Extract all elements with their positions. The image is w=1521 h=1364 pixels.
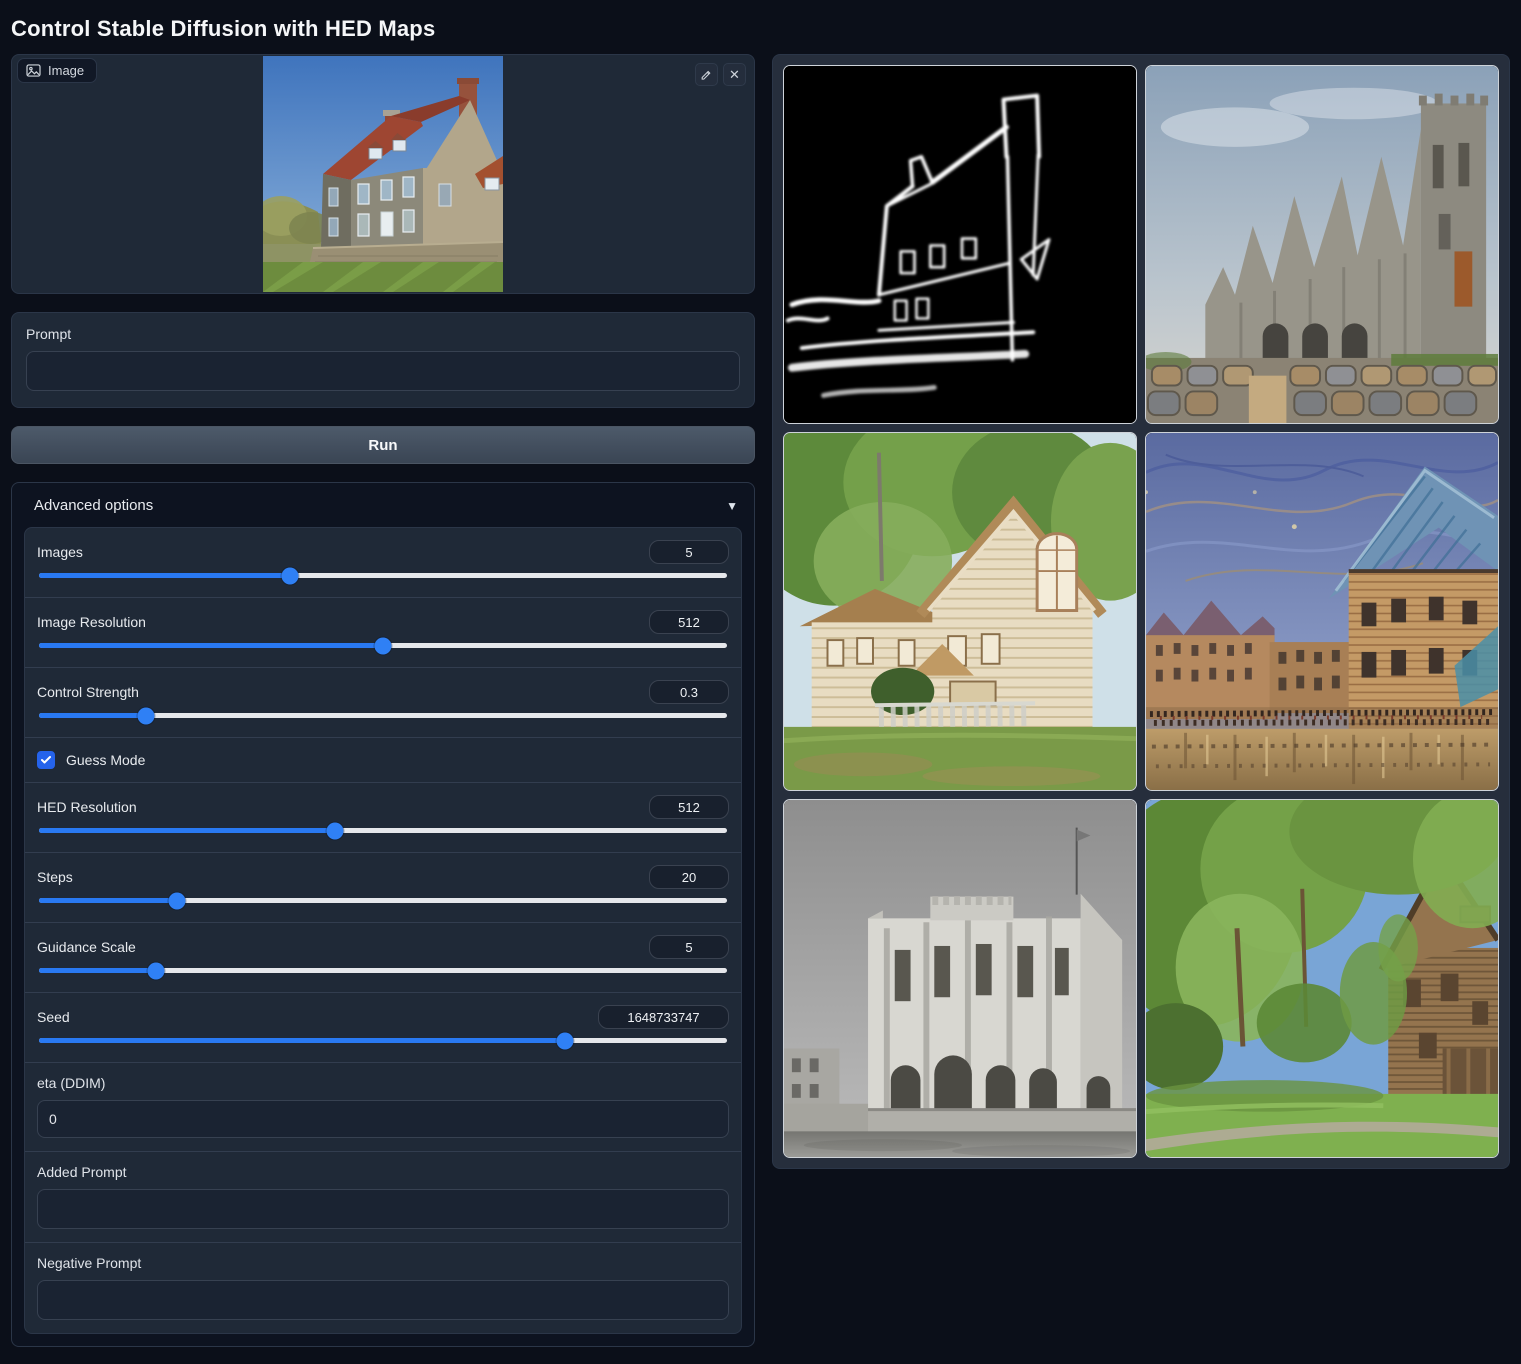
steps-value-input[interactable] — [649, 865, 729, 889]
prompt-label: Prompt — [26, 326, 740, 342]
wooden-house-graphic — [784, 433, 1136, 790]
steps-slider-handle[interactable] — [168, 892, 185, 909]
input-image-preview[interactable] — [263, 56, 503, 292]
images-slider-handle[interactable] — [282, 567, 299, 584]
controls-column: Image ✕ — [11, 54, 755, 1347]
guidance-scale-slider-handle[interactable] — [147, 962, 164, 979]
image-resolution-slider-row: Image Resolution — [25, 598, 741, 668]
guidance-scale-slider-label: Guidance Scale — [37, 939, 136, 955]
seed-slider-row: Seed — [25, 993, 741, 1063]
images-slider-label: Images — [37, 544, 83, 560]
images-value-input[interactable] — [649, 540, 729, 564]
images-slider[interactable] — [39, 573, 727, 578]
app-header: Control Stable Diffusion with HED Maps — [0, 0, 1521, 54]
image-component-label-text: Image — [48, 63, 84, 78]
guidance-scale-slider[interactable] — [39, 968, 727, 973]
control-strength-slider-row: Control Strength — [25, 668, 741, 738]
eta-field-row: eta (DDIM) — [25, 1063, 741, 1152]
image-resolution-slider-label: Image Resolution — [37, 614, 146, 630]
seed-slider[interactable] — [39, 1038, 727, 1043]
image-component-label: Image — [17, 58, 97, 83]
edit-image-button[interactable] — [695, 63, 718, 86]
hed-resolution-slider[interactable] — [39, 828, 727, 833]
advanced-options-title: Advanced options — [34, 497, 153, 514]
guidance-scale-value-input[interactable] — [649, 935, 729, 959]
image-resolution-slider[interactable] — [39, 643, 727, 648]
negative-prompt-field-row: Negative Prompt — [25, 1243, 741, 1333]
guess-mode-checkbox[interactable] — [37, 751, 55, 769]
added-prompt-input[interactable] — [37, 1189, 729, 1229]
guess-mode-label: Guess Mode — [66, 752, 145, 768]
eta-input[interactable] — [37, 1100, 729, 1138]
advanced-options-header[interactable]: Advanced options ▼ — [24, 495, 742, 527]
control-strength-slider[interactable] — [39, 713, 727, 718]
control-strength-slider-label: Control Strength — [37, 684, 139, 700]
run-button[interactable]: Run — [11, 426, 755, 464]
advanced-options-group: Images Image Resolution — [24, 527, 742, 1334]
input-photo-graphic — [263, 56, 503, 292]
prompt-input[interactable] — [26, 351, 740, 391]
check-icon — [40, 754, 52, 766]
hed-resolution-slider-handle[interactable] — [326, 822, 343, 839]
clear-image-button[interactable]: ✕ — [723, 63, 746, 86]
negative-prompt-label: Negative Prompt — [37, 1255, 729, 1271]
steps-slider[interactable] — [39, 898, 727, 903]
input-image-component: Image ✕ — [11, 54, 755, 294]
added-prompt-field-row: Added Prompt — [25, 1152, 741, 1243]
gallery-item-bw-building[interactable] — [783, 799, 1137, 1158]
gallery-item-cathedral[interactable] — [1145, 65, 1499, 424]
results-column — [772, 54, 1510, 1169]
bw-building-graphic — [784, 800, 1136, 1157]
pencil-icon — [700, 68, 713, 81]
prompt-field: Prompt — [11, 312, 755, 408]
steps-slider-label: Steps — [37, 869, 73, 885]
house-trees-graphic — [1146, 800, 1498, 1157]
added-prompt-label: Added Prompt — [37, 1164, 729, 1180]
gallery-item-hed-map[interactable] — [783, 65, 1137, 424]
seed-slider-handle[interactable] — [557, 1032, 574, 1049]
cathedral-graphic — [1146, 66, 1498, 423]
eta-label: eta (DDIM) — [37, 1075, 729, 1091]
gallery-item-impressionist[interactable] — [1145, 432, 1499, 791]
gallery-item-wooden-house[interactable] — [783, 432, 1137, 791]
advanced-options-accordion: Advanced options ▼ Images Image Resoluti… — [11, 482, 755, 1347]
negative-prompt-input[interactable] — [37, 1280, 729, 1320]
result-gallery — [772, 54, 1510, 1169]
seed-value-input[interactable] — [598, 1005, 729, 1029]
triangle-down-icon: ▼ — [726, 499, 738, 513]
app-page: Control Stable Diffusion with HED Maps I… — [0, 0, 1521, 1364]
seed-slider-label: Seed — [37, 1009, 70, 1025]
hed-map-graphic — [784, 66, 1136, 423]
hed-resolution-value-input[interactable] — [649, 795, 729, 819]
hed-resolution-slider-row: HED Resolution — [25, 783, 741, 853]
page-title: Control Stable Diffusion with HED Maps — [11, 16, 1509, 42]
image-icon — [26, 64, 41, 77]
guidance-scale-slider-row: Guidance Scale — [25, 923, 741, 993]
image-resolution-slider-handle[interactable] — [375, 637, 392, 654]
close-icon: ✕ — [729, 67, 740, 83]
control-strength-value-input[interactable] — [649, 680, 729, 704]
gallery-item-house-trees[interactable] — [1145, 799, 1499, 1158]
guess-mode-row: Guess Mode — [25, 738, 741, 783]
image-resolution-value-input[interactable] — [649, 610, 729, 634]
hed-resolution-slider-label: HED Resolution — [37, 799, 137, 815]
control-strength-slider-handle[interactable] — [137, 707, 154, 724]
impressionist-graphic — [1146, 433, 1498, 790]
images-slider-row: Images — [25, 528, 741, 598]
steps-slider-row: Steps — [25, 853, 741, 923]
